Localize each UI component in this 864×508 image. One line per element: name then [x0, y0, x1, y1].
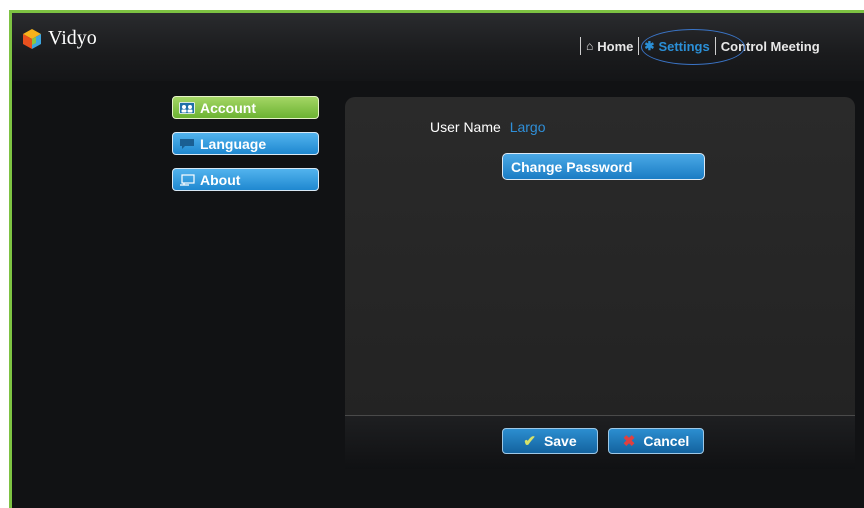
save-button[interactable]: ✔ Save [502, 428, 598, 454]
sidebar-item-label: About [200, 171, 241, 188]
sidebar-item-language[interactable]: Language [172, 132, 319, 155]
account-panel: User Name Largo Change Password [345, 97, 855, 415]
nav-home-label: Home [597, 38, 634, 54]
account-icon [179, 101, 195, 114]
app-window: Vidyo ⌂ Home ✱ Settings Control Meeting [9, 10, 864, 508]
user-name-value: Largo [509, 119, 546, 135]
header-bar: Vidyo ⌂ Home ✱ Settings Control Meeting [12, 13, 864, 81]
user-name-label: User Name [430, 119, 501, 135]
nav-control-meeting-label: Control Meeting [720, 38, 820, 54]
nav-control-meeting[interactable]: Control Meeting [716, 39, 825, 54]
sidebar-item-label: Account [200, 99, 256, 116]
cancel-label: Cancel [643, 433, 690, 449]
nav-settings[interactable]: ✱ Settings [639, 39, 714, 54]
user-name-row: User Name Largo [430, 119, 546, 135]
cancel-button[interactable]: ✖ Cancel [608, 428, 704, 454]
sidebar-item-about[interactable]: About [172, 168, 319, 191]
logo-text: Vidyo [48, 27, 97, 49]
checkmark-icon: ✔ [523, 433, 536, 450]
vidyo-logo: Vidyo [21, 27, 97, 50]
nav-home[interactable]: ⌂ Home [581, 39, 638, 54]
action-bar: ✔ Save ✖ Cancel [345, 415, 855, 469]
vidyo-logo-icon [23, 28, 41, 49]
save-label: Save [543, 433, 577, 449]
change-password-label: Change Password [511, 158, 633, 175]
speech-bubble-icon [180, 138, 194, 149]
monitor-icon [180, 173, 195, 186]
home-icon: ⌂ [586, 39, 594, 53]
sidebar-item-label: Language [200, 135, 267, 152]
settings-sidebar: Account Language About [172, 96, 319, 204]
sidebar-item-account[interactable]: Account [172, 96, 319, 119]
close-icon: ✖ [622, 433, 636, 450]
change-password-button[interactable]: Change Password [502, 153, 705, 180]
nav-settings-label: Settings [658, 38, 710, 54]
top-nav: ⌂ Home ✱ Settings Control Meeting [580, 35, 825, 57]
gear-icon: ✱ [644, 39, 655, 53]
